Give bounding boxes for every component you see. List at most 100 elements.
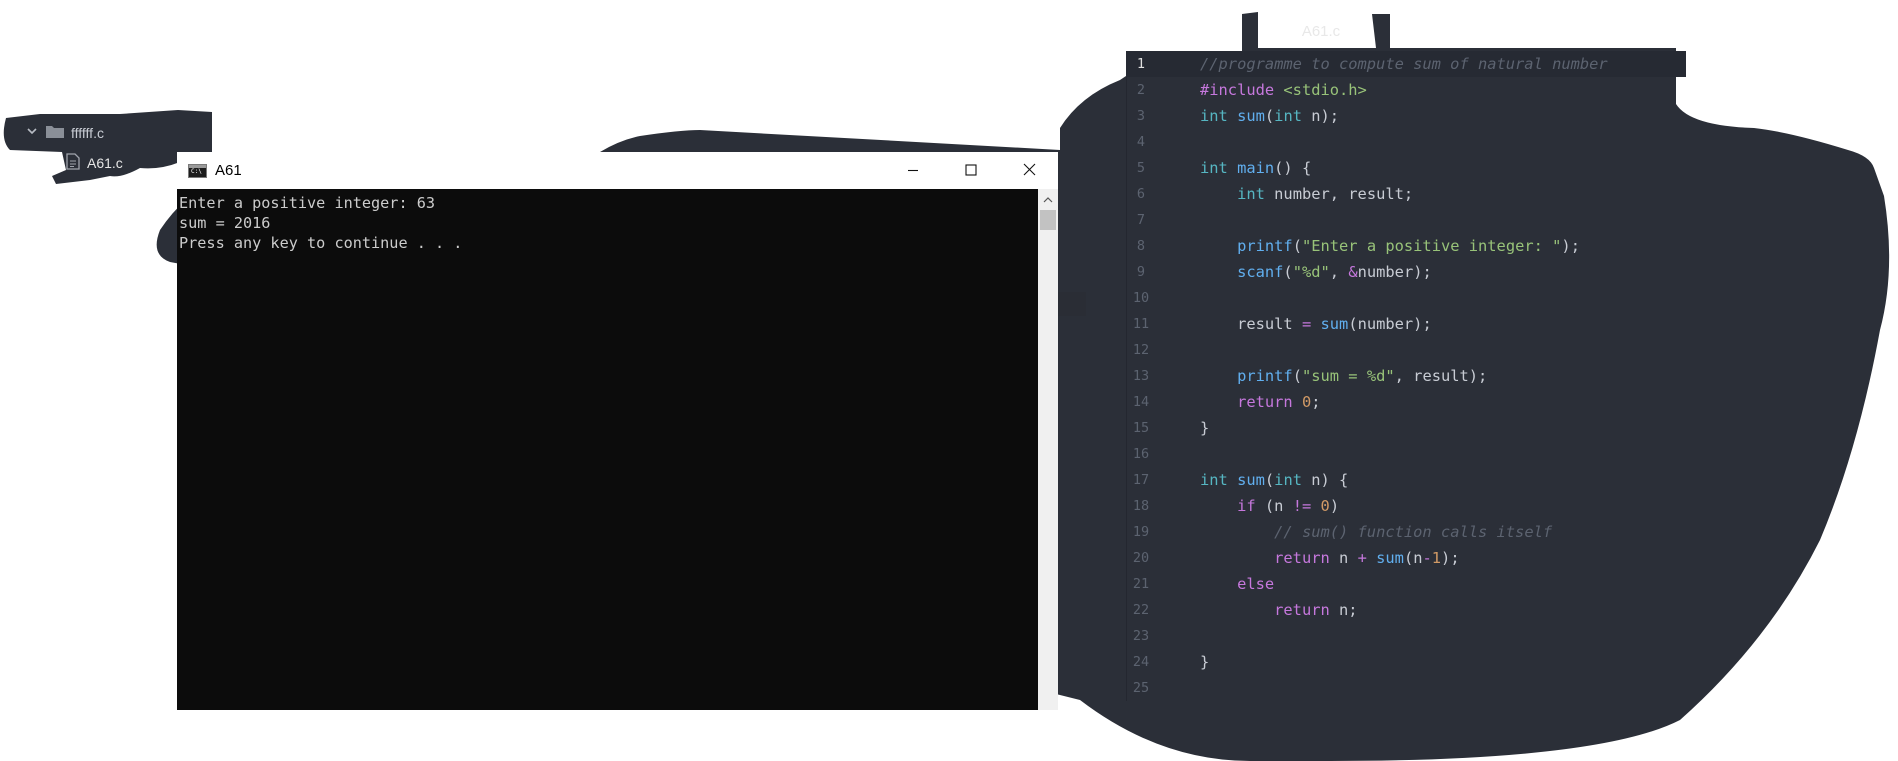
line-number: 15 xyxy=(1132,420,1150,436)
code-token: ( xyxy=(1264,107,1275,125)
close-button[interactable] xyxy=(1000,152,1058,189)
code-token: (number); xyxy=(1348,315,1432,333)
minimize-icon xyxy=(907,161,919,180)
console-scrollbar[interactable] xyxy=(1038,189,1058,710)
code-line[interactable]: 15} xyxy=(1126,415,1686,441)
code-token: ) xyxy=(1329,497,1340,515)
code-line[interactable]: 24} xyxy=(1126,649,1686,675)
tab-label: A61.c xyxy=(1301,22,1341,40)
console-window[interactable]: C:\ A61 Enter a positive integer: 63 sum … xyxy=(177,152,1058,710)
line-number: 23 xyxy=(1132,628,1150,644)
close-icon xyxy=(1023,161,1036,180)
code-token: != xyxy=(1292,497,1312,515)
code-line[interactable]: 17 int sum(int n) { xyxy=(1126,467,1686,493)
code-token: + xyxy=(1357,549,1367,567)
code-token: number); xyxy=(1357,263,1432,281)
code-token: n; xyxy=(1339,601,1358,619)
code-token: sum xyxy=(1376,549,1404,567)
chevron-down-icon[interactable] xyxy=(26,125,38,141)
code-line[interactable]: 16 xyxy=(1126,441,1686,467)
code-line[interactable]: 23 xyxy=(1126,623,1686,649)
chevron-up-icon xyxy=(1043,189,1053,208)
code-token: & xyxy=(1348,263,1358,281)
code-token: (n xyxy=(1403,549,1423,567)
code-token: "Enter a positive integer: " xyxy=(1301,237,1562,255)
code-text: result = sum(number); xyxy=(1200,311,1432,337)
code-line[interactable]: 4 xyxy=(1126,129,1686,155)
code-line[interactable]: 12 xyxy=(1126,337,1686,363)
code-line[interactable]: 25 xyxy=(1126,675,1686,701)
code-line[interactable]: 18 if (n != 0) xyxy=(1126,493,1686,519)
code-text: } xyxy=(1200,649,1209,675)
code-line[interactable]: 20 return n + sum(n-1); xyxy=(1126,545,1686,571)
code-line[interactable]: 9 scanf("%d", &number); xyxy=(1126,259,1686,285)
code-line[interactable]: 7 xyxy=(1126,207,1686,233)
code-token: number, result; xyxy=(1274,185,1414,203)
code-token: main xyxy=(1237,159,1275,177)
code-line[interactable]: 14 return 0; xyxy=(1126,389,1686,415)
console-output-area[interactable]: Enter a positive integer: 63 sum = 2016 Pr… xyxy=(177,189,1038,710)
code-line[interactable]: 21 else xyxy=(1126,571,1686,597)
line-number: 18 xyxy=(1132,498,1150,514)
line-number: 10 xyxy=(1132,290,1150,306)
line-number: 6 xyxy=(1136,186,1146,202)
code-text: #include <stdio.h> xyxy=(1200,77,1367,103)
code-token: ); xyxy=(1561,237,1580,255)
code-line[interactable]: 1 //programme to compute sum of natural n… xyxy=(1126,51,1686,77)
code-text: int main() { xyxy=(1200,155,1311,181)
scroll-thumb[interactable] xyxy=(1040,210,1056,230)
minimize-button[interactable] xyxy=(884,152,942,189)
code-line[interactable]: 2 #include <stdio.h> xyxy=(1126,77,1686,103)
tab-a61-c[interactable]: A61.c xyxy=(1260,14,1382,48)
code-line[interactable]: 11 result = sum(number); xyxy=(1126,311,1686,337)
line-number: 2 xyxy=(1136,82,1146,98)
code-token: , xyxy=(1329,263,1349,281)
code-text: else xyxy=(1200,571,1274,597)
maximize-button[interactable] xyxy=(942,152,1000,189)
code-editor[interactable]: 1 //programme to compute sum of natural n… xyxy=(1126,51,1686,701)
code-token: int xyxy=(1200,159,1238,177)
code-token: 0 xyxy=(1301,393,1312,411)
code-token: int xyxy=(1237,185,1275,203)
code-line[interactable]: 10 xyxy=(1126,285,1686,311)
scroll-up-button[interactable] xyxy=(1038,189,1058,207)
code-token: <stdio.h> xyxy=(1283,81,1367,99)
code-token: // sum() function calls itself xyxy=(1274,523,1553,541)
code-token: n); xyxy=(1311,107,1340,125)
code-line[interactable]: 19 // sum() function calls itself xyxy=(1126,519,1686,545)
code-line[interactable]: 5 int main() { xyxy=(1126,155,1686,181)
line-number: 1 xyxy=(1136,56,1146,72)
console-titlebar[interactable]: C:\ A61 xyxy=(177,152,1058,189)
console-title: A61 xyxy=(215,162,242,179)
sidebar-file-item[interactable]: A61.c xyxy=(66,152,123,174)
code-token: sum xyxy=(1320,315,1349,333)
code-token: ( xyxy=(1292,367,1302,385)
line-number: 19 xyxy=(1132,524,1150,540)
line-number: 20 xyxy=(1132,550,1150,566)
code-line[interactable]: 13 printf("sum = %d", result); xyxy=(1126,363,1686,389)
code-line[interactable]: 6 int number, result; xyxy=(1126,181,1686,207)
code-token: sum xyxy=(1237,471,1265,489)
line-number: 24 xyxy=(1132,654,1150,670)
code-token: ( xyxy=(1292,237,1302,255)
line-number: 22 xyxy=(1132,602,1150,618)
sidebar-folder-item[interactable]: ffffff.c xyxy=(26,122,104,144)
code-line[interactable]: 22 return n; xyxy=(1126,597,1686,623)
maximize-icon xyxy=(965,161,977,180)
code-token: return xyxy=(1237,393,1302,411)
code-line[interactable]: 3 int sum(int n); xyxy=(1126,103,1686,129)
code-token: ; xyxy=(1311,393,1321,411)
code-line[interactable]: 8 printf("Enter a positive integer: "); xyxy=(1126,233,1686,259)
code-text: int sum(int n) { xyxy=(1200,467,1348,493)
code-token: n) { xyxy=(1311,471,1349,489)
code-token: return xyxy=(1274,601,1340,619)
code-token: if xyxy=(1237,497,1265,515)
line-number: 13 xyxy=(1132,368,1150,384)
console-app-icon: C:\ xyxy=(188,163,207,178)
code-token: return xyxy=(1274,549,1340,567)
